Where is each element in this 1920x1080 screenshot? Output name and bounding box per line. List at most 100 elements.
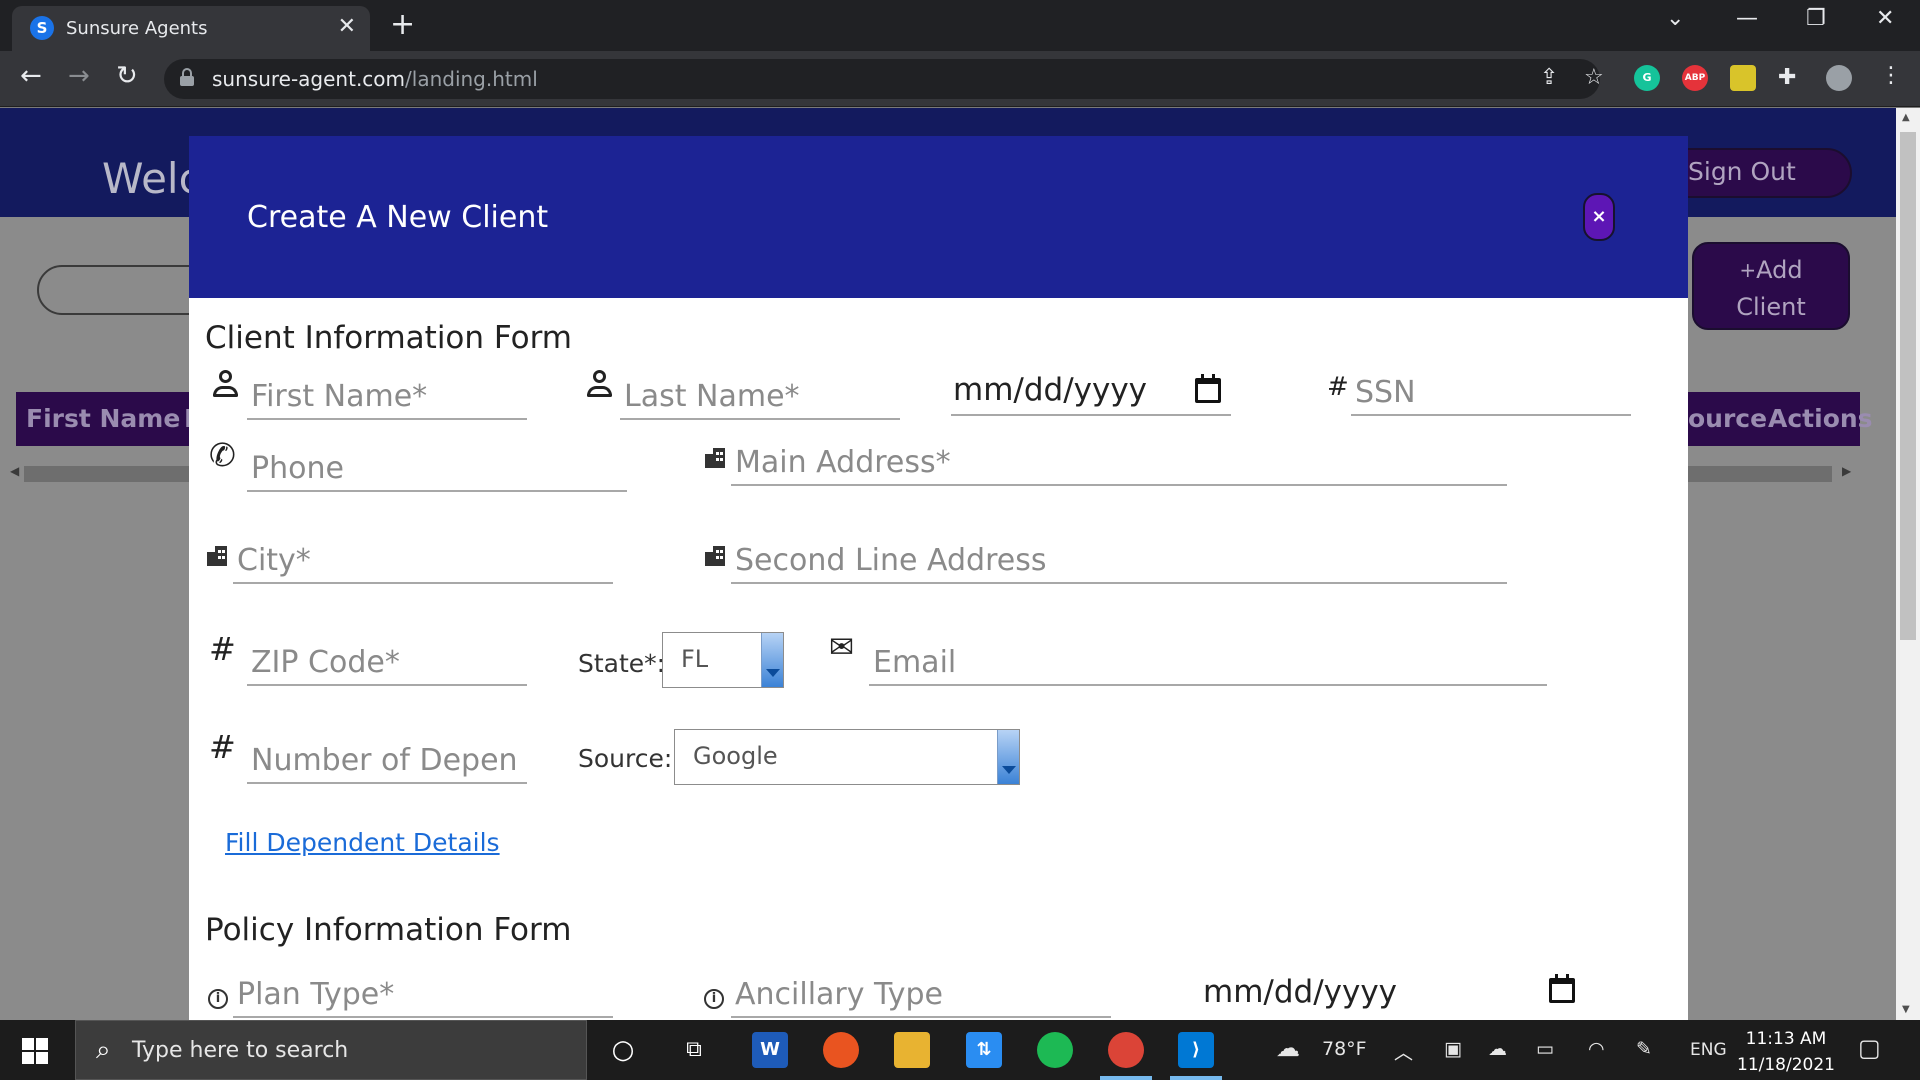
policy-date-value: mm/dd/yyyy — [1203, 974, 1398, 1010]
create-client-modal: Create A New Client × Client Information… — [189, 136, 1688, 1020]
column-actions: Actions — [1768, 404, 1873, 433]
ubuntu-icon[interactable] — [823, 1032, 859, 1068]
show-hidden-icons-chevron-icon[interactable]: ︿ — [1394, 1038, 1413, 1065]
language-indicator[interactable]: ENG — [1690, 1040, 1727, 1060]
cortana-icon[interactable]: ○ — [605, 1032, 641, 1068]
date-of-birth-field[interactable]: mm/dd/yyyy — [951, 362, 1231, 416]
email-field[interactable] — [869, 632, 1547, 686]
source-select[interactable]: Google — [674, 729, 1020, 785]
close-tab-icon[interactable]: ✕ — [338, 14, 356, 39]
building-icon — [705, 546, 725, 566]
modal-close-button[interactable]: × — [1583, 193, 1615, 241]
main-address-field[interactable] — [731, 432, 1507, 486]
first-name-field[interactable] — [247, 366, 527, 420]
upload-app-icon[interactable]: ⇅ — [966, 1032, 1002, 1068]
calendar-icon[interactable] — [1193, 374, 1223, 404]
chrome-active-indicator — [1100, 1076, 1152, 1080]
extensions-puzzle-icon[interactable]: ✚ — [1778, 65, 1796, 90]
close-window-icon[interactable]: ✕ — [1876, 6, 1894, 31]
tab-title: Sunsure Agents — [66, 18, 208, 39]
vertical-scrollbar[interactable]: ▲ ▼ — [1896, 108, 1920, 1020]
temperature[interactable]: 78°F — [1322, 1038, 1367, 1060]
fill-dependent-details-link[interactable]: Fill Dependent Details — [225, 828, 500, 857]
ssn-input[interactable] — [1351, 375, 1631, 410]
back-icon[interactable]: ← — [20, 61, 42, 91]
word-icon[interactable]: W — [752, 1032, 788, 1068]
share-icon[interactable]: ⇪ — [1540, 65, 1558, 90]
battery-icon[interactable]: ▭ — [1536, 1038, 1554, 1060]
ancillary-type-input[interactable] — [731, 977, 1111, 1012]
browser-toolbar: ← → ↻ sunsure-agent.com/landing.html ⇪ ☆… — [0, 51, 1920, 107]
new-tab-icon[interactable]: + — [390, 8, 415, 42]
notifications-icon[interactable]: ▢ — [1858, 1034, 1881, 1062]
pen-icon[interactable]: ✎ — [1636, 1038, 1652, 1060]
restore-icon[interactable]: ❐ — [1806, 6, 1826, 31]
scroll-up-icon[interactable]: ▲ — [1902, 112, 1910, 123]
forward-icon[interactable]: → — [68, 61, 90, 91]
taskbar-search-box[interactable]: ⌕ Type here to search — [75, 1020, 587, 1080]
last-name-field[interactable] — [620, 366, 900, 420]
clock-time: 11:13 AM — [1745, 1029, 1827, 1049]
dob-value: mm/dd/yyyy — [953, 372, 1148, 408]
scrollbar-thumb[interactable] — [1900, 132, 1916, 640]
plus-icon: + — [1739, 258, 1757, 282]
zip-code-field[interactable] — [247, 632, 527, 686]
file-explorer-icon[interactable] — [894, 1032, 930, 1068]
dropdown-arrow-icon[interactable] — [997, 730, 1019, 784]
menu-kebab-icon[interactable]: ⋮ — [1880, 63, 1902, 88]
phone-field[interactable] — [247, 438, 627, 492]
tab-search-chevron-icon[interactable]: ⌄ — [1666, 6, 1684, 31]
adblock-icon[interactable]: ABP — [1682, 65, 1708, 91]
ancillary-type-field[interactable] — [731, 964, 1111, 1018]
weather-icon[interactable]: ☁ — [1276, 1034, 1300, 1062]
building-icon — [207, 546, 227, 566]
reload-icon[interactable]: ↻ — [116, 61, 138, 91]
onedrive-icon[interactable]: ☁ — [1488, 1038, 1507, 1060]
state-label: State*: — [578, 649, 666, 678]
dependents-input[interactable] — [247, 743, 527, 778]
ssn-field[interactable] — [1351, 362, 1631, 416]
person-icon — [585, 370, 613, 400]
extension-card-icon[interactable] — [1730, 65, 1756, 91]
state-select[interactable]: FL — [662, 632, 784, 688]
address-bar[interactable]: sunsure-agent.com/landing.html ⇪ ☆ — [164, 59, 1604, 99]
wifi-icon[interactable]: ◠ — [1588, 1038, 1605, 1060]
last-name-input[interactable] — [620, 379, 900, 414]
scroll-left-icon[interactable]: ◀ — [10, 464, 19, 478]
second-address-input[interactable] — [731, 543, 1507, 578]
windows-start-icon[interactable] — [22, 1038, 48, 1064]
first-name-input[interactable] — [247, 379, 527, 414]
plan-type-input[interactable] — [233, 977, 613, 1012]
chrome-icon[interactable] — [1108, 1032, 1144, 1068]
column-source: ource — [1688, 404, 1768, 433]
phone-icon: ✆ — [209, 436, 236, 474]
scroll-right-icon[interactable]: ▶ — [1842, 464, 1851, 478]
dropdown-arrow-icon[interactable] — [761, 633, 783, 687]
minimize-icon[interactable]: — — [1736, 6, 1758, 31]
phone-input[interactable] — [247, 451, 627, 486]
main-address-input[interactable] — [731, 445, 1507, 480]
meet-now-icon[interactable]: ▣ — [1444, 1038, 1462, 1060]
zip-code-input[interactable] — [247, 645, 527, 680]
taskbar-clock[interactable]: 11:13 AM 11/18/2021 — [1724, 1026, 1848, 1078]
browser-tab[interactable]: S Sunsure Agents ✕ — [12, 6, 370, 51]
spotify-icon[interactable] — [1037, 1032, 1073, 1068]
policy-date-field[interactable]: mm/dd/yyyy — [1201, 962, 1581, 1016]
task-view-icon[interactable]: ⧉ — [676, 1032, 712, 1068]
second-address-field[interactable] — [731, 530, 1507, 584]
sign-out-button[interactable]: Sign Out — [1660, 148, 1852, 198]
city-field[interactable] — [233, 530, 613, 584]
dependents-field[interactable] — [247, 730, 527, 784]
grammarly-icon[interactable]: G — [1634, 65, 1660, 91]
plan-type-field[interactable] — [233, 964, 613, 1018]
scroll-down-icon[interactable]: ▼ — [1902, 1004, 1910, 1015]
city-input[interactable] — [233, 543, 613, 578]
bookmark-star-icon[interactable]: ☆ — [1584, 65, 1604, 90]
profile-avatar[interactable] — [1826, 65, 1852, 91]
vscode-icon[interactable]: ⟩ — [1178, 1032, 1214, 1068]
calendar-icon[interactable] — [1547, 974, 1577, 1004]
add-client-button[interactable]: +Add Client — [1692, 242, 1850, 330]
source-value: Google — [693, 742, 778, 770]
email-input[interactable] — [869, 645, 1547, 680]
info-icon: i — [208, 989, 228, 1009]
